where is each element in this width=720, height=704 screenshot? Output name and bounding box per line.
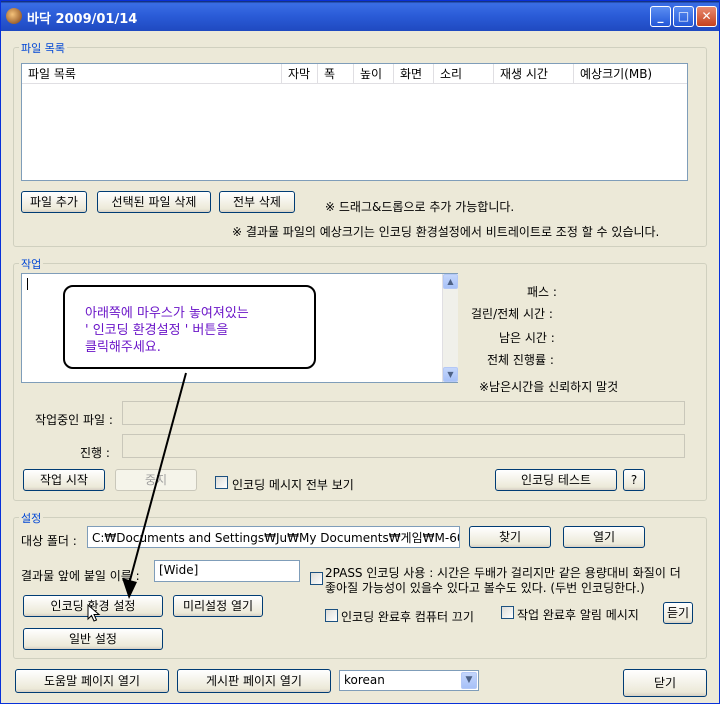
mouse-pointer-icon: [87, 604, 101, 622]
callout-arrow-icon: [122, 372, 187, 599]
main-window: 바닥 2009/01/14 _ □ ✕ 파일 목록 파일 목록 자막 폭 높이 …: [0, 0, 720, 704]
